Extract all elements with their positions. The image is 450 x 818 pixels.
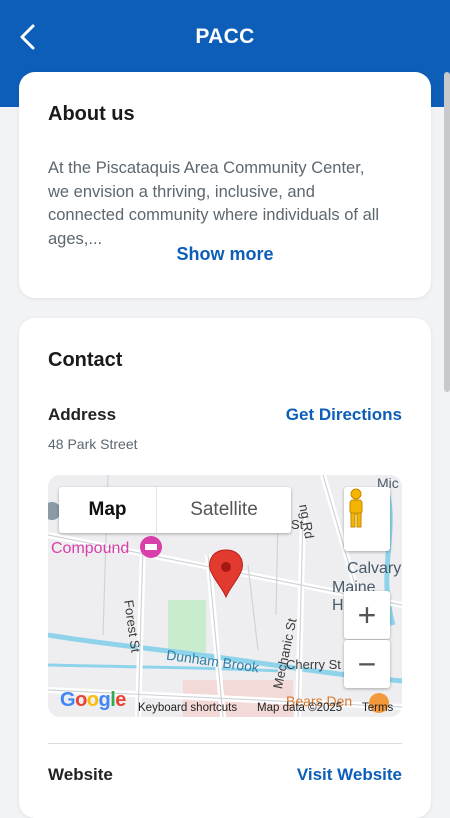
place-calvary[interactable]: Calvary <box>347 560 401 578</box>
street-view-pegman[interactable] <box>344 487 390 551</box>
map-type-satellite[interactable]: Satellite <box>156 487 291 533</box>
about-title: About us <box>48 103 135 125</box>
park-area <box>168 600 206 652</box>
contact-card: Contact Address Get Directions 48 Park S… <box>19 318 431 818</box>
place-compound[interactable]: Compound <box>51 540 129 558</box>
address-label: Address <box>48 405 117 424</box>
keyboard-shortcuts-link[interactable]: Keyboard shortcuts <box>138 702 237 714</box>
street-cherry: Cherry St <box>286 657 341 672</box>
map-data-credit: Map data ©2025 <box>257 702 343 714</box>
about-description: At the Piscataquis Area Community Center… <box>48 159 380 248</box>
website-label: Website <box>48 765 113 784</box>
contact-title: Contact <box>48 349 123 371</box>
google-logo: Google <box>60 689 126 711</box>
terms-link[interactable]: Terms <box>362 702 393 714</box>
zoom-out-button[interactable]: − <box>344 640 390 688</box>
map-view[interactable]: Compound Calvary Maine Hig Mic Bears Den… <box>48 475 402 717</box>
map-type-toggle: Map Satellite <box>59 487 291 533</box>
pegman-icon <box>349 488 363 528</box>
visit-website-link[interactable]: Visit Website <box>297 765 402 785</box>
page-title: PACC <box>195 25 255 48</box>
scrollbar[interactable] <box>444 72 450 392</box>
show-more-button[interactable]: Show more <box>19 244 431 265</box>
address-value: 48 Park Street <box>48 436 138 452</box>
map-footer: Google Keyboard shortcuts Map data ©2025… <box>48 689 402 717</box>
map-type-map[interactable]: Map <box>59 487 156 533</box>
divider <box>48 743 402 744</box>
get-directions-link[interactable]: Get Directions <box>286 405 402 425</box>
about-card: About us At the Piscataquis Area Communi… <box>19 72 431 298</box>
zoom-in-button[interactable]: + <box>344 591 390 639</box>
